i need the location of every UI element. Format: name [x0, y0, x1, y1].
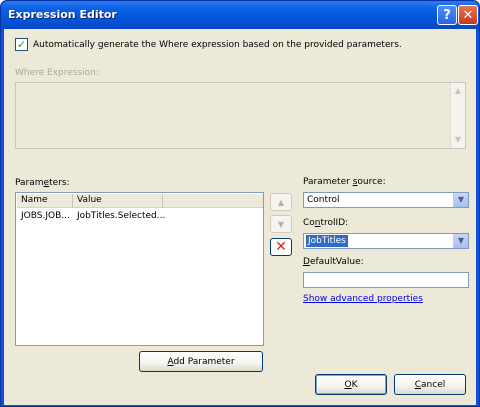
parameter-row-value[interactable]: JobTitles.Selected...	[77, 210, 165, 222]
arrow-up-icon: ▲	[277, 197, 285, 207]
scroll-up-icon: ▲	[454, 86, 462, 95]
delete-parameter-button[interactable]: ✕	[270, 238, 292, 256]
title-bar[interactable]: Expression Editor ? ✕	[1, 1, 479, 29]
arrow-down-icon: ▼	[277, 219, 285, 229]
chevron-down-icon[interactable]: ▼	[453, 193, 468, 207]
close-button[interactable]: ✕	[458, 5, 478, 25]
default-value-input[interactable]	[303, 272, 469, 288]
close-icon: ✕	[462, 7, 474, 23]
parameters-list[interactable]: Name Value JOBS.JOB... JobTitles.Selecte…	[15, 192, 264, 346]
auto-generate-checkbox[interactable]: ✓	[15, 38, 28, 51]
ok-button[interactable]: OK	[315, 374, 387, 395]
show-advanced-properties-link[interactable]: Show advanced properties	[303, 294, 423, 304]
parameter-source-select[interactable]: Control ▼	[303, 192, 469, 208]
delete-icon: ✕	[275, 239, 287, 255]
control-id-select[interactable]: JobTitles ▼	[303, 233, 469, 249]
where-expression-scrollbar: ▲ ▼	[450, 83, 465, 148]
where-expression-textarea: ▲ ▼	[15, 82, 466, 149]
dialog-body: ✓ Automatically generate the Where expre…	[4, 29, 476, 405]
window-title: Expression Editor	[8, 8, 117, 21]
column-header-filler	[163, 194, 263, 208]
column-header-value[interactable]: Value	[73, 194, 163, 208]
add-parameter-button[interactable]: Add Parameter	[139, 351, 263, 372]
help-button[interactable]: ?	[437, 5, 457, 25]
ok-label: OK	[344, 379, 358, 390]
chevron-down-icon[interactable]: ▼	[453, 234, 468, 248]
where-expression-label: Where Expression:	[15, 68, 99, 78]
cancel-button[interactable]: Cancel	[394, 374, 466, 395]
move-down-button[interactable]: ▼	[270, 215, 292, 233]
auto-generate-option[interactable]: ✓ Automatically generate the Where expre…	[15, 38, 402, 51]
move-up-button[interactable]: ▲	[270, 193, 292, 211]
checkmark-icon: ✓	[16, 38, 27, 51]
cancel-label: Cancel	[414, 379, 446, 390]
help-icon: ?	[443, 7, 451, 23]
column-header-name[interactable]: Name	[17, 194, 73, 208]
parameter-source-value: Control	[307, 195, 340, 205]
control-id-label: ControlID:	[303, 218, 349, 228]
scroll-down-icon: ▼	[454, 135, 462, 144]
add-parameter-label: Add Parameter	[167, 356, 235, 367]
parameter-row-name[interactable]: JOBS.JOB...	[21, 210, 70, 222]
default-value-label: DefaultValue:	[303, 257, 364, 267]
auto-generate-label[interactable]: Automatically generate the Where express…	[33, 40, 402, 50]
parameters-label: Parameters:	[15, 178, 70, 188]
expression-editor-window: Expression Editor ? ✕ ✓ Automatically ge…	[0, 0, 480, 407]
parameter-source-label: Parameter source:	[303, 177, 386, 187]
control-id-value: JobTitles	[306, 235, 348, 247]
